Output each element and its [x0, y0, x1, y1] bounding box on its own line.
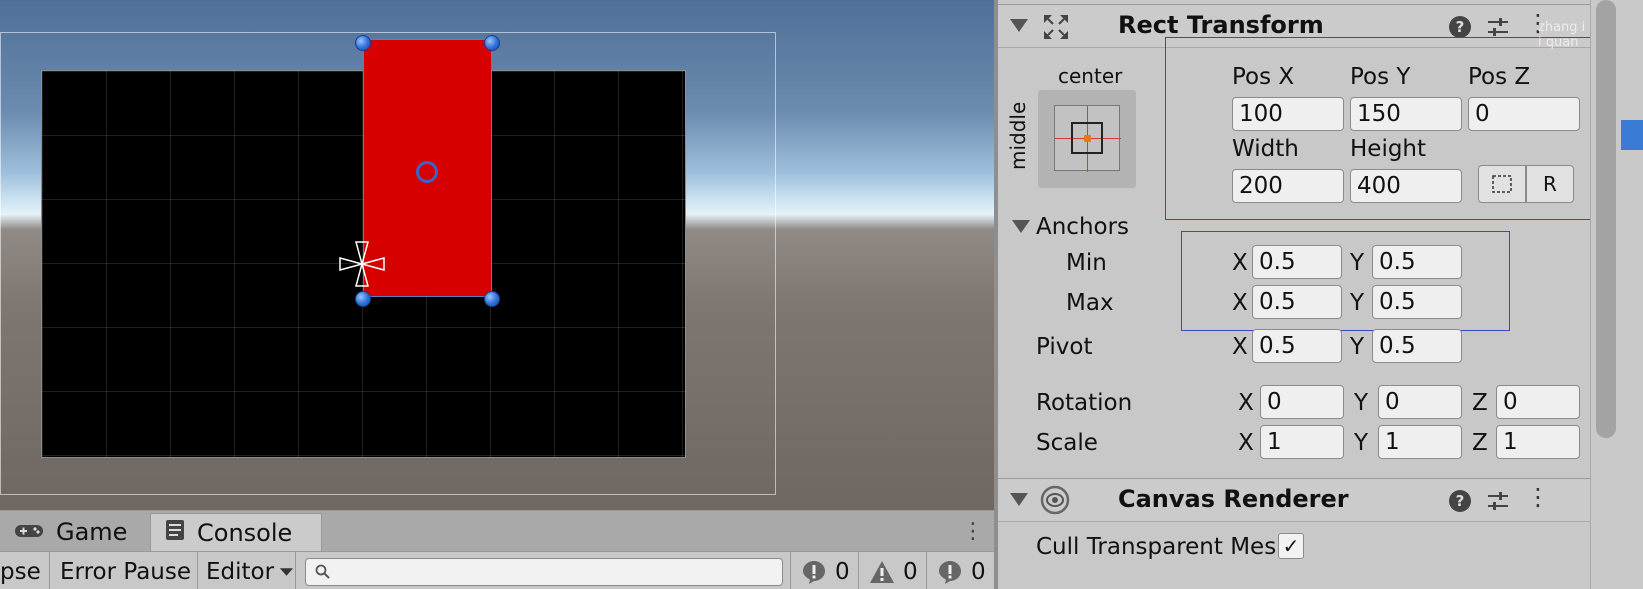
- console-panel: Game Console ⋮ pse Error Pause Editor 0 …: [0, 510, 994, 589]
- scale-y-axis-label: Y: [1354, 430, 1369, 456]
- rotation-y-axis-label: Y: [1354, 390, 1369, 416]
- cull-transparent-checkbox[interactable]: ✓: [1278, 533, 1304, 559]
- collapse-button[interactable]: pse: [0, 552, 50, 589]
- editor-label: Editor: [206, 558, 275, 585]
- inspector-scrollbar[interactable]: [1590, 0, 1643, 589]
- error-count-toggle[interactable]: 0: [926, 552, 994, 589]
- rotation-z-field[interactable]: 0: [1496, 385, 1580, 419]
- help-icon[interactable]: ?: [1448, 489, 1472, 513]
- rect-transform-fold-icon[interactable]: [1010, 19, 1028, 32]
- warning-count-toggle[interactable]: 0: [858, 552, 924, 589]
- scene-view[interactable]: [0, 0, 994, 510]
- scrollbar-thumb[interactable]: [1596, 0, 1616, 438]
- scale-x-field[interactable]: 1: [1260, 425, 1344, 459]
- anchor-presets-button[interactable]: [1038, 90, 1136, 188]
- pivot-y-field[interactable]: 0.5: [1372, 329, 1462, 363]
- scale-z-field[interactable]: 1: [1496, 425, 1580, 459]
- scale-label: Scale: [1036, 430, 1098, 456]
- scale-x-axis-label: X: [1238, 430, 1254, 456]
- editor-dropdown[interactable]: Editor: [198, 552, 296, 589]
- anchor-preset-icon: [1054, 105, 1121, 172]
- help-icon[interactable]: ?: [1448, 15, 1472, 39]
- cull-transparent-label: Cull Transparent Mes: [1036, 534, 1277, 560]
- pivot-x-field[interactable]: 0.5: [1252, 329, 1342, 363]
- pivot-label: Pivot: [1036, 334, 1093, 360]
- resize-handle-top-right[interactable]: [484, 35, 500, 51]
- anchor-handle-icon[interactable]: [338, 240, 386, 288]
- info-count-toggle[interactable]: 0: [790, 552, 856, 589]
- panel-tabs: Game Console ⋮: [0, 511, 994, 551]
- anchor-max-label: Max: [1066, 290, 1114, 316]
- error-icon: [939, 560, 961, 584]
- eye-icon: [1040, 485, 1070, 515]
- rotation-x-axis-label: X: [1238, 390, 1254, 416]
- tab-console-label: Console: [197, 518, 293, 547]
- info-message-icon: [803, 560, 825, 584]
- pivot-handle[interactable]: [416, 161, 438, 183]
- pivot-x-axis-label: X: [1232, 334, 1248, 360]
- console-toolbar: pse Error Pause Editor 0 0 0: [0, 551, 994, 589]
- watermark: zhang i i quan: [1538, 20, 1586, 50]
- error-pause-label: Error Pause: [60, 558, 192, 585]
- resize-handle-bottom-left[interactable]: [355, 291, 371, 307]
- anchors-fold-icon[interactable]: [1012, 220, 1030, 233]
- rotation-z-axis-label: Z: [1472, 390, 1488, 416]
- resize-handle-bottom-right[interactable]: [484, 291, 500, 307]
- scale-y-field[interactable]: 1: [1378, 425, 1462, 459]
- preset-vertical-label: middle: [1006, 101, 1030, 170]
- inspector-panel: Rect Transform ? ⋮ center middle Pos X P…: [998, 0, 1617, 589]
- pivot-y-axis-label: Y: [1350, 334, 1365, 360]
- presets-icon[interactable]: [1486, 15, 1510, 39]
- canvas-renderer-title: Canvas Renderer: [1118, 485, 1349, 513]
- canvas-renderer-header[interactable]: Canvas Renderer ? ⋮: [998, 478, 1590, 522]
- tab-console[interactable]: Console: [150, 513, 322, 551]
- error-pause-button[interactable]: Error Pause: [52, 552, 198, 589]
- anchor-min-label: Min: [1066, 250, 1107, 276]
- gamepad-icon: [14, 518, 44, 546]
- rect-transform-icon: [1044, 15, 1068, 39]
- rotation-y-field[interactable]: 0: [1378, 385, 1462, 419]
- canvas-renderer-fold-icon[interactable]: [1010, 493, 1028, 506]
- selection-highlight-anchors: [1181, 231, 1510, 331]
- rotation-label: Rotation: [1036, 390, 1133, 416]
- tab-game-label: Game: [56, 518, 128, 546]
- scale-z-axis-label: Z: [1472, 430, 1488, 456]
- rotation-x-field[interactable]: 0: [1260, 385, 1344, 419]
- rect-transform-title: Rect Transform: [1118, 11, 1324, 39]
- svg-text:?: ?: [1456, 18, 1465, 36]
- svg-text:?: ?: [1456, 492, 1465, 510]
- console-log-icon: [165, 519, 185, 547]
- canvas-renderer-menu-icon[interactable]: ⋮: [1526, 483, 1550, 511]
- error-count: 0: [971, 558, 986, 585]
- console-search-input[interactable]: [305, 558, 783, 586]
- resize-handle-top-left[interactable]: [355, 35, 371, 51]
- warning-count: 0: [903, 558, 918, 585]
- tab-game[interactable]: Game: [8, 513, 148, 551]
- collapse-label: pse: [0, 558, 41, 585]
- warning-icon: [870, 560, 894, 583]
- anchors-label: Anchors: [1036, 214, 1130, 240]
- console-more-menu-icon[interactable]: ⋮: [962, 519, 984, 544]
- presets-icon[interactable]: [1486, 489, 1510, 513]
- search-icon: [315, 564, 330, 579]
- preset-pivot-dot: [1084, 135, 1091, 142]
- dropdown-arrow-icon: [279, 567, 294, 576]
- side-accent-tab[interactable]: [1621, 120, 1643, 150]
- preset-horizontal-label: center: [1058, 64, 1123, 88]
- info-count: 0: [835, 558, 850, 585]
- selection-highlight-position: [1165, 37, 1617, 220]
